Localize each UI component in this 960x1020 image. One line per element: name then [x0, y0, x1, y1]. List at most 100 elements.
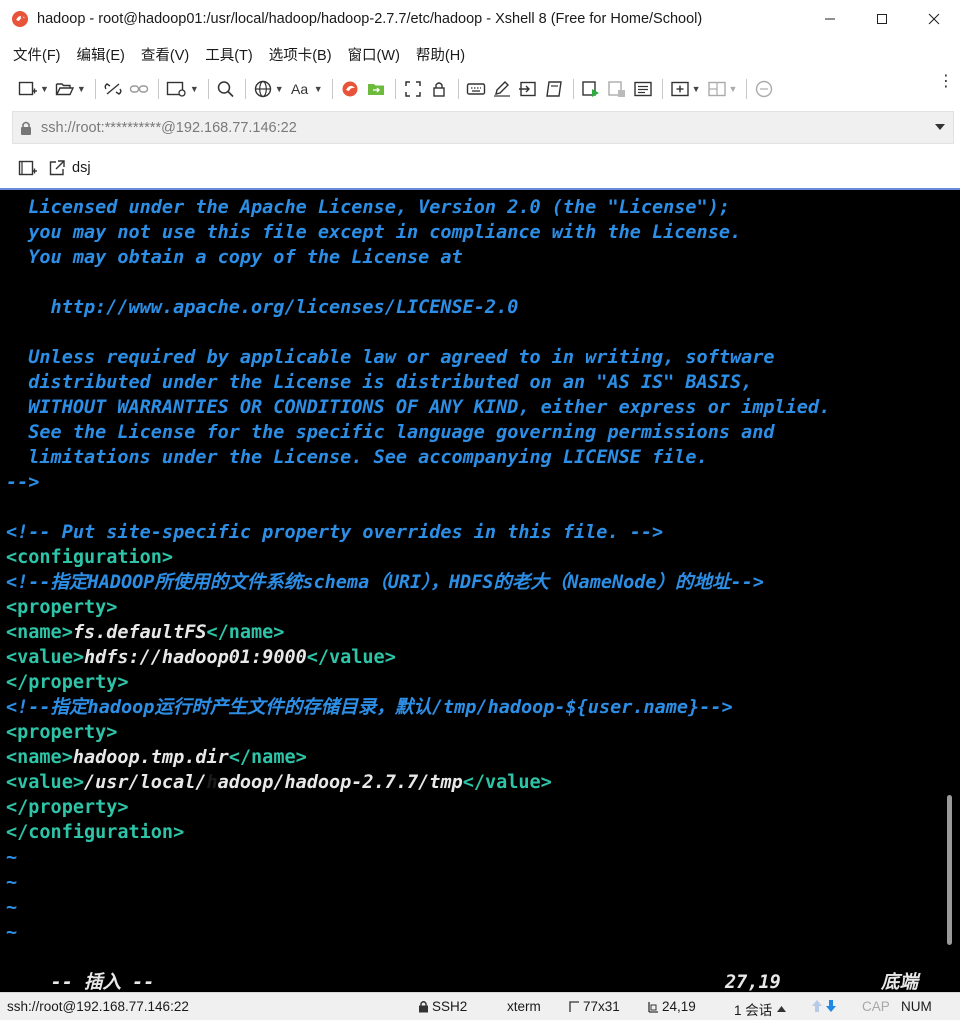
status-sessions-label: 1 会话 [734, 1003, 773, 1018]
log-button[interactable] [633, 75, 653, 103]
terminal-text: ~ [6, 872, 18, 893]
chevron-down-icon[interactable]: ▼ [729, 84, 738, 94]
terminal-text: hadoop.tmp.dir [72, 747, 229, 768]
send-icon [518, 81, 536, 97]
terminal-text: hdfs://hadoop01:9000 [83, 647, 307, 668]
terminal-text: </property> [6, 797, 129, 818]
terminal-screen[interactable]: Licensed under the Apache License, Versi… [0, 188, 960, 992]
search-icon [217, 81, 234, 98]
status-cursor-label: 24,19 [662, 999, 696, 1014]
script-button[interactable] [544, 75, 564, 103]
lock-button[interactable] [429, 75, 449, 103]
new-tab-button[interactable]: ▼ [670, 75, 701, 103]
run-script-button[interactable] [581, 75, 601, 103]
open-folder-button[interactable]: ▼ [55, 75, 86, 103]
terminal-text: distributed under the License is distrib… [6, 372, 753, 393]
chevron-down-icon[interactable]: ▼ [314, 84, 323, 94]
status-protocol-label: SSH2 [432, 999, 468, 1014]
search-button[interactable] [216, 75, 236, 103]
new-session-button[interactable]: ▼ [18, 75, 49, 103]
maximize-button[interactable] [856, 0, 908, 38]
disconnect-button[interactable] [103, 75, 123, 103]
terminal-scrollbar[interactable] [947, 795, 952, 945]
terminal-text: <!-- Put site-specific property override… [6, 522, 664, 543]
play-script-icon [581, 81, 599, 97]
menu-edit[interactable]: 编辑(E) [77, 44, 125, 65]
send-button[interactable] [518, 75, 538, 103]
close-button[interactable] [908, 0, 960, 38]
terminal-line: <!--指定hadoop运行时产生文件的存储目录，默认/tmp/hadoop-$… [6, 695, 936, 720]
terminal-text: http://www.apache.org/licenses/LICENSE-2… [6, 297, 519, 318]
properties-button[interactable]: ▼ [166, 75, 199, 103]
terminal-line: you may not use this file except in comp… [6, 220, 936, 245]
vim-mode: -- 插入 -- [50, 972, 155, 992]
status-sessions[interactable]: 1 会话 [734, 999, 787, 1019]
terminal-line: </property> [6, 795, 936, 820]
chevron-down-icon[interactable]: ▼ [190, 84, 199, 94]
xshell-app-icon[interactable] [9, 8, 31, 30]
status-bar: ssh://root@192.168.77.146:22 SSH2 xterm … [0, 992, 960, 1020]
stop-script-button[interactable] [607, 75, 627, 103]
keyboard-button[interactable] [466, 75, 486, 103]
external-link-icon[interactable] [48, 159, 66, 177]
chevron-down-icon[interactable]: ▼ [40, 84, 49, 94]
terminal-text: Unless required by applicable law or agr… [6, 347, 775, 368]
menu-help[interactable]: 帮助(H) [416, 44, 465, 65]
menu-file[interactable]: 文件(F) [13, 44, 61, 65]
terminal-text: <property> [6, 722, 118, 743]
globe-button[interactable]: ▼ [253, 75, 284, 103]
address-input[interactable]: ssh://root:**********@192.168.77.146:22 [41, 120, 297, 136]
keyboard-icon [466, 83, 485, 95]
terminal-text: </value> [462, 772, 552, 793]
status-cursor: 24,19 [648, 999, 696, 1014]
menu-window[interactable]: 窗口(W) [348, 44, 400, 65]
toolbar-divider [661, 79, 663, 99]
menu-tools[interactable]: 工具(T) [205, 44, 253, 65]
terminal-line: <!--指定HADOOP所使用的文件系统schema（URI），HDFS的老大（… [6, 570, 936, 595]
fullscreen-button[interactable] [403, 75, 423, 103]
terminal-line: See the License for the specific languag… [6, 420, 936, 445]
menu-bar: 文件(F) 编辑(E) 查看(V) 工具(T) 选项卡(B) 窗口(W) 帮助(… [0, 38, 960, 70]
terminal-line: ~ [6, 870, 936, 895]
tab-dsj[interactable]: dsj [72, 160, 91, 176]
resize-icon [569, 1000, 579, 1012]
toolbar-divider [157, 79, 159, 99]
terminal-text: See the License for the specific languag… [6, 422, 775, 443]
xftp-button[interactable] [366, 75, 386, 103]
terminal-line: limitations under the License. See accom… [6, 445, 936, 470]
terminal-line: distributed under the License is distrib… [6, 370, 936, 395]
toolbar-divider [457, 79, 459, 99]
font-button[interactable]: Aa ▼ [290, 75, 323, 103]
pen-icon [493, 81, 510, 97]
chevron-down-icon[interactable] [935, 123, 945, 131]
menu-view[interactable]: 查看(V) [141, 44, 189, 65]
text-cursor: h [206, 772, 218, 793]
terminal-text: adoop/hadoop-2.7.7/tmp [217, 772, 463, 793]
svg-text:Aa: Aa [291, 81, 308, 97]
chevron-down-icon[interactable]: ▼ [692, 84, 701, 94]
terminal-line: http://www.apache.org/licenses/LICENSE-2… [6, 295, 936, 320]
highlight-button[interactable] [492, 75, 512, 103]
chevron-down-icon[interactable]: ▼ [275, 84, 284, 94]
xshell-button[interactable] [340, 75, 360, 103]
terminal-text: --> [6, 472, 40, 493]
upload-arrow-icon [812, 1000, 822, 1012]
terminal-text: You may obtain a copy of the License at [6, 247, 463, 268]
address-bar[interactable]: ssh://root:**********@192.168.77.146:22 [12, 111, 954, 144]
reconnect-button[interactable] [129, 75, 149, 103]
more-vertical-icon[interactable]: ⋮ [938, 74, 954, 90]
layout-button[interactable]: ▼ [707, 75, 738, 103]
menu-tabs[interactable]: 选项卡(B) [269, 44, 332, 65]
chat-button[interactable] [754, 75, 774, 103]
terminal-text: you may not use this file except in comp… [6, 222, 742, 243]
status-term: xterm [507, 999, 541, 1014]
terminal-text: </name> [206, 622, 285, 643]
terminal-text: fs.defaultFS [72, 622, 207, 643]
terminal-text: limitations under the License. See accom… [6, 447, 708, 468]
minimize-button[interactable] [804, 0, 856, 38]
chevron-down-icon[interactable]: ▼ [77, 84, 86, 94]
session-manager-icon[interactable] [18, 159, 38, 177]
terminal-line: Unless required by applicable law or agr… [6, 345, 936, 370]
terminal-line: <name>hadoop.tmp.dir</name> [6, 745, 936, 770]
